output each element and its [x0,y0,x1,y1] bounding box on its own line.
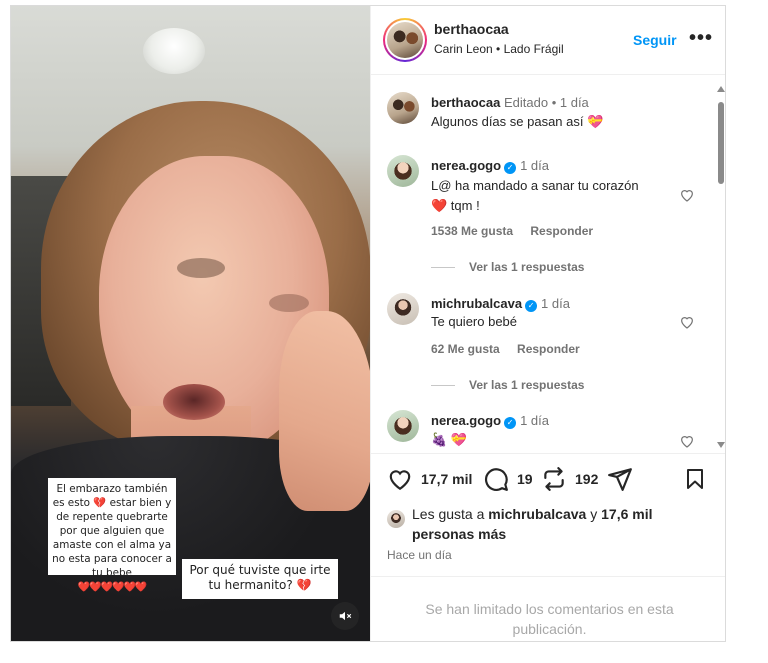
post-video[interactable]: El embarazo también es esto 💔 estar bien… [11,6,370,641]
person-eye [177,258,225,278]
caption-author: berthaocaa Editado • 1 día [431,95,589,110]
view-replies-label: Ver las 1 respuestas [469,260,585,274]
avatar [387,510,405,528]
avatar[interactable] [387,410,419,442]
comment-text: Te quiero bebé [431,314,518,329]
comment-username[interactable]: nerea.gogo [431,158,501,173]
speaker-muted-icon [339,611,352,621]
post-date[interactable]: Hace un día [387,548,452,562]
comment-text-line: tqm ! [447,198,480,213]
comment-likes[interactable]: 1538 Me gusta [431,224,513,238]
heart-outline-icon[interactable] [679,433,695,449]
comments-list[interactable]: berthaocaa Editado • 1 día Algunos días … [371,76,725,454]
verified-badge-icon: ✓ [504,162,517,174]
person-hand [279,311,370,511]
comment-likes[interactable]: 62 Me gusta [431,342,500,356]
avatar[interactable] [387,155,419,187]
author-avatar[interactable] [383,18,427,62]
comment-time: 1 día [541,296,570,311]
liked-by-summary[interactable]: Les gusta a michrubalcava y 17,6 mil per… [387,504,717,544]
liked-by-prefix: Les gusta a [412,506,489,522]
save-button[interactable] [683,466,707,492]
video-caption-hearts: ❤️❤️❤️❤️❤️❤️ [77,582,148,593]
follow-button[interactable]: Seguir [633,32,677,48]
heart-outline-icon[interactable] [679,187,695,203]
grapes-emoji: 🍇 [431,432,448,447]
repost-button[interactable]: 192 [541,466,598,492]
bookmark-icon [687,469,703,489]
avatar[interactable] [387,293,419,325]
view-replies-button[interactable]: Ver las 1 respuestas [431,378,584,392]
caption-meta: Editado • 1 día [504,95,589,110]
comment-author: nerea.gogo ✓ 1 día [431,158,549,174]
reply-button[interactable]: Responder [530,224,593,238]
avatar[interactable] [387,92,419,124]
avatar-image [387,22,423,58]
comment-bubble-icon [485,468,508,491]
author-username[interactable]: berthaocaa [434,21,509,37]
heart-icon [389,470,411,491]
send-icon [608,468,632,491]
comment-actions: 1538 Me gusta Responder [431,224,607,238]
video-caption-overlay-2: Por qué tuviste que irte tu hermanito? 💔 [182,559,338,599]
divider [431,384,455,386]
liked-by-user[interactable]: michrubalcava [488,506,586,522]
audio-track-link[interactable]: Carin Leon • Lado Frágil [434,42,564,56]
scroll-up-arrow-icon[interactable] [717,86,725,92]
heart-emoji: ❤️ [431,198,448,213]
caption-text: Algunos días se pasan así 💝 [431,114,604,129]
comment-text-line: L@ ha mandado a sanar tu corazón [431,178,639,193]
repost-icon [544,467,564,491]
post-side-panel: berthaocaa Carin Leon • Lado Frágil Segu… [370,6,725,641]
post-action-bar: 17,7 mil 19 192 [371,466,725,498]
like-button[interactable]: 17,7 mil [387,466,472,492]
heart-ribbon-emoji: 💝 [450,432,467,447]
video-caption-overlay: El embarazo también es esto 💔 estar bien… [48,478,176,593]
post-header: berthaocaa Carin Leon • Lado Frágil Segu… [371,6,725,75]
ceiling-lamp [143,28,205,74]
post-frame: El embarazo también es esto 💔 estar bien… [10,5,726,642]
comment-text: L@ ha mandado a sanar tu corazón ❤️ tqm … [431,176,639,216]
share-button[interactable] [607,466,633,492]
comment-text: 🍇 💝 [431,430,467,450]
comment-time: 1 día [520,158,549,173]
person-eye [269,294,309,312]
video-caption-2-text: Por qué tuviste que irte tu hermanito? 💔 [189,563,331,592]
comments-scrollbar[interactable] [716,84,725,452]
comment-actions: 62 Me gusta Responder [431,342,594,356]
verified-badge-icon: ✓ [525,300,538,312]
more-options-icon[interactable]: ••• [689,27,713,50]
verified-badge-icon: ✓ [504,417,517,429]
scroll-thumb[interactable] [718,102,724,184]
reply-button[interactable]: Responder [517,342,580,356]
scroll-down-arrow-icon[interactable] [717,442,725,448]
view-replies-button[interactable]: Ver las 1 respuestas [431,260,584,274]
video-caption-text: El embarazo también es esto 💔 estar bien… [52,483,172,579]
comment-author: michrubalcava ✓ 1 día [431,296,570,312]
heart-outline-icon[interactable] [679,314,695,330]
liked-by-middle: y [586,506,602,522]
likes-count: 17,7 mil [421,471,473,487]
view-replies-label: Ver las 1 respuestas [469,378,585,392]
comment-username[interactable]: michrubalcava [431,296,522,311]
reposts-count: 192 [575,471,599,487]
caption-username[interactable]: berthaocaa [431,95,500,110]
mute-button[interactable] [331,602,359,630]
comment-time: 1 día [520,413,549,428]
comment-username[interactable]: nerea.gogo [431,413,501,428]
divider [431,266,455,268]
comments-count: 19 [517,471,533,487]
person-mouth [163,384,225,420]
comments-limited-notice: Se han limitado los comentarios en esta … [371,576,725,641]
comment-author: nerea.gogo ✓ 1 día [431,413,549,429]
comment-button[interactable]: 19 [483,466,533,492]
